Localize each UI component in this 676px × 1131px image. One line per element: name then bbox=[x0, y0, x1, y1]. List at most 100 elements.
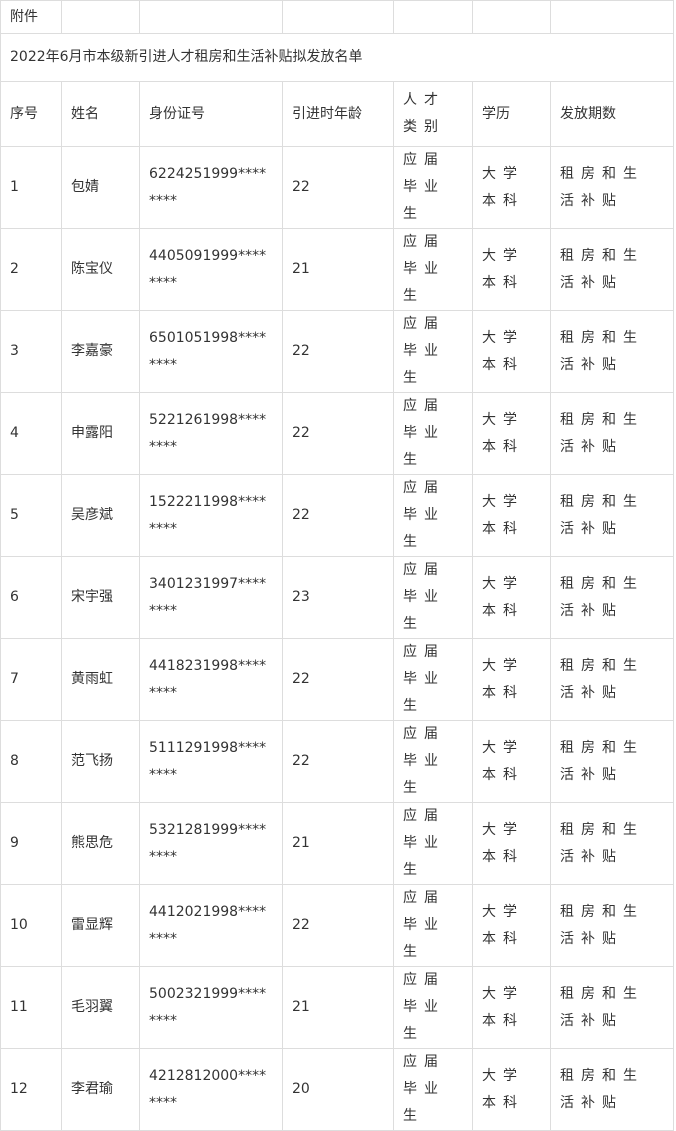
cell-category: 应届毕业生 bbox=[393, 474, 473, 557]
cell-age: 23 bbox=[282, 556, 394, 639]
cell-age: 21 bbox=[282, 228, 394, 311]
cell-no: 1 bbox=[0, 146, 62, 229]
cell-education: 大学本科 bbox=[472, 884, 551, 967]
cell-period: 租房和生活补贴 bbox=[550, 1048, 674, 1131]
cell-name: 雷显辉 bbox=[61, 884, 140, 967]
cell-period: 租房和生活补贴 bbox=[550, 556, 674, 639]
cell-category: 应届毕业生 bbox=[393, 146, 473, 229]
cell-age: 22 bbox=[282, 884, 394, 967]
cell-no: 5 bbox=[0, 474, 62, 557]
cell-education: 大学本科 bbox=[472, 720, 551, 803]
cell-id: 1522211998******** bbox=[139, 474, 283, 557]
header-name: 姓名 bbox=[61, 81, 140, 147]
cell-no: 3 bbox=[0, 310, 62, 393]
cell-id: 5321281999******** bbox=[139, 802, 283, 885]
cell-age: 21 bbox=[282, 966, 394, 1049]
cell-period: 租房和生活补贴 bbox=[550, 720, 674, 803]
attachment-label: 附件 bbox=[0, 0, 62, 34]
table-row: 5 吴彦斌 1522211998******** 22 应届毕业生 大学本科 租房和生活补贴 bbox=[0, 474, 674, 557]
table-row: 8 范飞扬 5111291998******** 22 应届毕业生 大学本科 租房和生活补贴 bbox=[0, 720, 674, 803]
cell-education: 大学本科 bbox=[472, 392, 551, 475]
cell-id: 5111291998******** bbox=[139, 720, 283, 803]
cell-period: 租房和生活补贴 bbox=[550, 310, 674, 393]
cell-name: 李君瑜 bbox=[61, 1048, 140, 1131]
cell-no: 6 bbox=[0, 556, 62, 639]
table-title: 2022年6月市本级新引进人才租房和生活补贴拟发放名单 bbox=[0, 33, 674, 82]
cell-category: 应届毕业生 bbox=[393, 556, 473, 639]
cell-education: 大学本科 bbox=[472, 228, 551, 311]
cell-name: 吴彦斌 bbox=[61, 474, 140, 557]
cell-period: 租房和生活补贴 bbox=[550, 802, 674, 885]
cell-name: 申露阳 bbox=[61, 392, 140, 475]
cell-no: 2 bbox=[0, 228, 62, 311]
cell-id: 4405091999******** bbox=[139, 228, 283, 311]
table-row: 3 李嘉豪 6501051998******** 22 应届毕业生 大学本科 租房和生活补贴 bbox=[0, 310, 674, 393]
header-age: 引进时年龄 bbox=[282, 81, 394, 147]
cell-no: 9 bbox=[0, 802, 62, 885]
subsidy-list-table: 附件 2022年6月市本级新引进人才租房和生活补贴拟发放名单 序号 姓名 身份证… bbox=[0, 0, 674, 1131]
cell-education: 大学本科 bbox=[472, 966, 551, 1049]
cell-no: 8 bbox=[0, 720, 62, 803]
table-row: 6 宋宇强 3401231997******** 23 应届毕业生 大学本科 租房和生活补贴 bbox=[0, 556, 674, 639]
cell-id: 4212812000******** bbox=[139, 1048, 283, 1131]
cell-category: 应届毕业生 bbox=[393, 1048, 473, 1131]
cell-period: 租房和生活补贴 bbox=[550, 146, 674, 229]
cell-period: 租房和生活补贴 bbox=[550, 392, 674, 475]
cell-education: 大学本科 bbox=[472, 638, 551, 721]
cell-age: 22 bbox=[282, 310, 394, 393]
cell-period: 租房和生活补贴 bbox=[550, 228, 674, 311]
cell-age: 20 bbox=[282, 1048, 394, 1131]
cell-age: 22 bbox=[282, 392, 394, 475]
cell-education: 大学本科 bbox=[472, 802, 551, 885]
cell-no: 12 bbox=[0, 1048, 62, 1131]
cell-no: 7 bbox=[0, 638, 62, 721]
cell-category: 应届毕业生 bbox=[393, 228, 473, 311]
cell-category: 应届毕业生 bbox=[393, 884, 473, 967]
header-period: 发放期数 bbox=[550, 81, 674, 147]
cell-id: 3401231997******** bbox=[139, 556, 283, 639]
cell-name: 包婧 bbox=[61, 146, 140, 229]
cell-id: 5002321999******** bbox=[139, 966, 283, 1049]
table-row: 1 包婧 6224251999******** 22 应届毕业生 大学本科 租房和生活补贴 bbox=[0, 146, 674, 229]
cell-id: 4418231998******** bbox=[139, 638, 283, 721]
table-row: 10 雷显辉 4412021998******** 22 应届毕业生 大学本科 租房和生活补… bbox=[0, 884, 674, 967]
header-row: 序号 姓名 身份证号 引进时年龄 人才类别 学历 发放期数 bbox=[0, 81, 674, 147]
cell-id: 4412021998******** bbox=[139, 884, 283, 967]
table-row: 2 陈宝仪 4405091999******** 21 应届毕业生 大学本科 租房和生活补贴 bbox=[0, 228, 674, 311]
cell-age: 22 bbox=[282, 638, 394, 721]
cell-education: 大学本科 bbox=[472, 146, 551, 229]
cell-age: 22 bbox=[282, 474, 394, 557]
cell-category: 应届毕业生 bbox=[393, 392, 473, 475]
cell-no: 4 bbox=[0, 392, 62, 475]
title-row: 2022年6月市本级新引进人才租房和生活补贴拟发放名单 bbox=[0, 33, 674, 82]
cell-category: 应届毕业生 bbox=[393, 720, 473, 803]
cell-id: 5221261998******** bbox=[139, 392, 283, 475]
cell-age: 22 bbox=[282, 720, 394, 803]
cell-name: 熊思危 bbox=[61, 802, 140, 885]
header-no: 序号 bbox=[0, 81, 62, 147]
cell-no: 10 bbox=[0, 884, 62, 967]
table-row: 11 毛羽翼 5002321999******** 21 应届毕业生 大学本科 租房和生活补… bbox=[0, 966, 674, 1049]
cell-name: 陈宝仪 bbox=[61, 228, 140, 311]
cell-period: 租房和生活补贴 bbox=[550, 474, 674, 557]
table-row: 12 李君瑜 4212812000******** 20 应届毕业生 大学本科 租房和生活补… bbox=[0, 1048, 674, 1131]
cell-education: 大学本科 bbox=[472, 1048, 551, 1131]
cell-category: 应届毕业生 bbox=[393, 802, 473, 885]
cell-education: 大学本科 bbox=[472, 474, 551, 557]
attachment-row: 附件 bbox=[0, 0, 674, 34]
cell-name: 黄雨虹 bbox=[61, 638, 140, 721]
cell-id: 6224251999******** bbox=[139, 146, 283, 229]
table-row: 7 黄雨虹 4418231998******** 22 应届毕业生 大学本科 租房和生活补贴 bbox=[0, 638, 674, 721]
cell-age: 21 bbox=[282, 802, 394, 885]
cell-period: 租房和生活补贴 bbox=[550, 638, 674, 721]
cell-period: 租房和生活补贴 bbox=[550, 966, 674, 1049]
header-id: 身份证号 bbox=[139, 81, 283, 147]
table-row: 4 申露阳 5221261998******** 22 应届毕业生 大学本科 租房和生活补贴 bbox=[0, 392, 674, 475]
cell-id: 6501051998******** bbox=[139, 310, 283, 393]
cell-education: 大学本科 bbox=[472, 556, 551, 639]
cell-category: 应届毕业生 bbox=[393, 638, 473, 721]
cell-name: 李嘉豪 bbox=[61, 310, 140, 393]
cell-category: 应届毕业生 bbox=[393, 310, 473, 393]
cell-name: 范飞扬 bbox=[61, 720, 140, 803]
cell-no: 11 bbox=[0, 966, 62, 1049]
